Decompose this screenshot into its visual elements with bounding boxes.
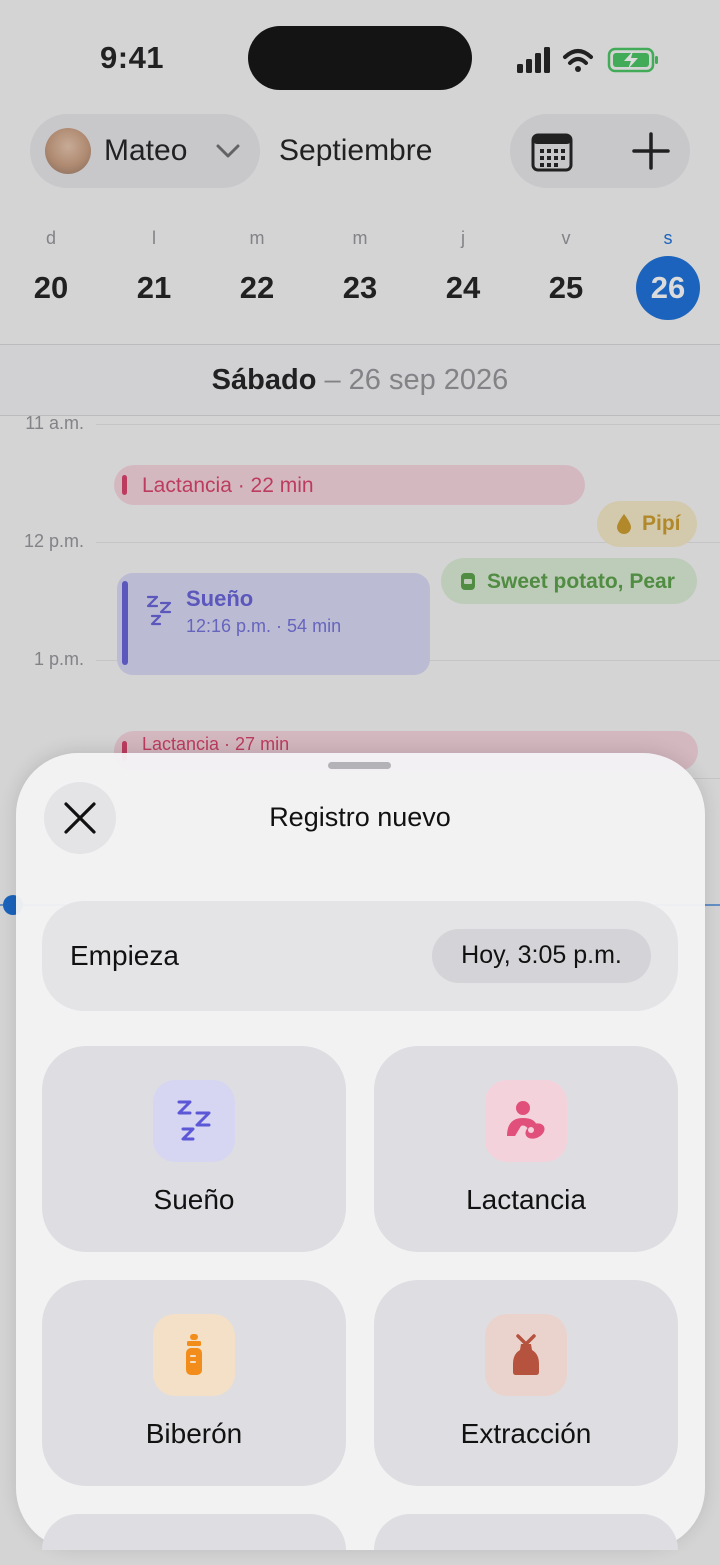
weekday-letter: l: [152, 228, 156, 248]
chevron-down-icon: [216, 144, 240, 158]
weekday-letter: s: [663, 228, 673, 248]
event-diaper-label: Pipí: [642, 512, 681, 535]
day-weekday: Sábado: [211, 364, 317, 396]
event-sleep-subtitle: 12:16 p.m. · 54 min: [186, 616, 342, 636]
breast-pump-icon: [513, 1334, 539, 1375]
child-avatar: [45, 128, 91, 174]
hour-line: [96, 424, 720, 425]
day-number[interactable]: 23: [325, 270, 395, 306]
wifi-icon: [563, 49, 593, 72]
event-nursing-label: Lactancia · 27 min: [142, 734, 290, 754]
event-sleep-bar: [122, 581, 128, 665]
month-title[interactable]: Septiembre: [279, 134, 432, 168]
day-number[interactable]: 21: [119, 270, 189, 306]
weekday-letter: d: [45, 228, 56, 248]
sleep-zzz-icon: [146, 595, 172, 626]
weekday-letter: m: [249, 228, 265, 248]
event-sleep-title: Sueño: [186, 586, 254, 611]
weekday-letter: v: [561, 228, 571, 248]
tile-nursing-icon-bg: [485, 1080, 567, 1162]
sleep-zzz-icon: [177, 1100, 211, 1141]
status-time: 9:41: [100, 40, 165, 75]
drop-icon: [617, 514, 631, 534]
sheet-grabber[interactable]: [328, 762, 391, 769]
start-time-value: Hoy, 3:05 p.m.: [461, 941, 622, 969]
nursing-icon: [507, 1101, 545, 1139]
tile-bottle-icon-bg: [153, 1314, 235, 1396]
tile-pump-icon-bg: [485, 1314, 567, 1396]
signal-icon: [517, 47, 550, 73]
start-label: Empieza: [70, 940, 179, 971]
tile-sleep-icon-bg: [153, 1080, 235, 1162]
status-icons: [517, 47, 658, 73]
day-number-selected[interactable]: 26: [633, 270, 703, 306]
tile-more[interactable]: [374, 1514, 678, 1550]
tile-sleep-label: Sueño: [153, 1184, 235, 1215]
day-number[interactable]: 22: [222, 270, 292, 306]
day-date: – 26 sep 2026: [316, 364, 509, 396]
add-icon[interactable]: [630, 130, 672, 172]
event-nursing-label: Lactancia · 22 min: [142, 474, 314, 497]
jar-icon: [461, 573, 475, 590]
tile-nursing-label: Lactancia: [466, 1184, 586, 1215]
weekday-letter: j: [461, 228, 465, 248]
hour-label: 12 p.m.: [23, 531, 84, 551]
tile-pump-label: Extracción: [460, 1418, 592, 1449]
day-number[interactable]: 25: [531, 270, 601, 306]
tile-more[interactable]: [42, 1514, 346, 1550]
event-food-label: Sweet potato, Pear: [487, 570, 675, 593]
hour-label: 1 p.m.: [33, 649, 84, 669]
bottle-icon: [186, 1334, 202, 1375]
day-number[interactable]: 24: [428, 270, 498, 306]
day-title: Sábado – 26 sep 2026: [0, 364, 720, 397]
child-name: Mateo: [104, 134, 188, 167]
tile-bottle-label: Biberón: [145, 1418, 243, 1449]
battery-icon: [607, 47, 658, 73]
weekday-letter: m: [352, 228, 368, 248]
dynamic-island: [248, 26, 472, 90]
calendar-icon[interactable]: [530, 130, 574, 174]
sheet-title: Registro nuevo: [269, 802, 451, 832]
hour-label: 11 a.m.: [25, 413, 84, 433]
day-number[interactable]: 20: [16, 270, 86, 306]
